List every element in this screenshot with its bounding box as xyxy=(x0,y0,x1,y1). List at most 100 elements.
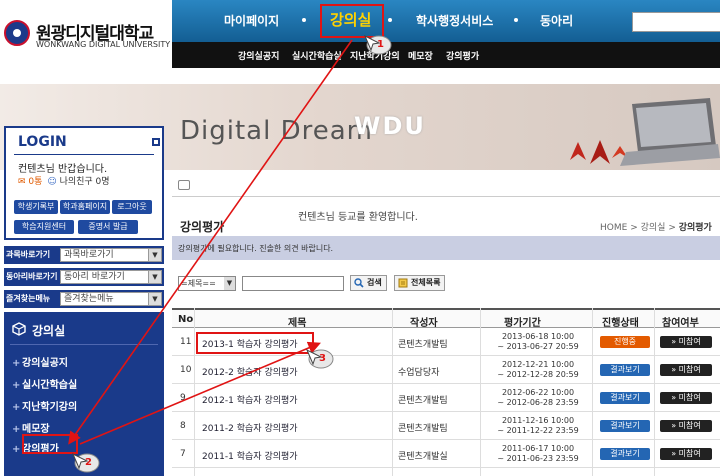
row-status-button[interactable]: 결과보기 xyxy=(600,448,650,460)
breadcrumb-lecture-room[interactable]: 강의실 xyxy=(641,223,666,233)
row-period: 2012-06-22 10:00 ~ 2012-06-28 23:59 xyxy=(490,388,586,408)
breadcrumb-separator: > xyxy=(668,223,679,233)
row-status-button[interactable]: 결과보기 xyxy=(600,364,650,376)
column-divider xyxy=(194,308,195,476)
search-input[interactable] xyxy=(242,276,344,291)
sub-navigation: 강의실공지 실시간학습실 지난학기강의 메모장 강의평가 xyxy=(172,42,720,68)
row-number: 10 xyxy=(180,365,192,375)
row-participation-button[interactable]: » 미참여 xyxy=(660,336,712,348)
row-number: 11 xyxy=(180,337,192,347)
university-logo[interactable]: 원광디지털대학교 WONKWANG DIGITAL UNIVERSITY xyxy=(4,16,170,56)
friends-count[interactable]: 나의친구 0명 xyxy=(60,177,110,187)
learning-support-button[interactable]: 학습지원센터 xyxy=(14,220,74,234)
student-record-button[interactable]: 학생기록부 xyxy=(14,200,58,214)
sidebar-menu-divider xyxy=(10,344,158,345)
course-shortcut-select[interactable]: 과목바로가기 xyxy=(60,248,162,262)
plus-icon: + xyxy=(12,380,21,391)
row-participation-button[interactable]: » 미참여 xyxy=(660,364,712,376)
banner-slogan: Digital Dream xyxy=(180,116,373,146)
highlight-lecture-room xyxy=(320,4,384,38)
breadcrumb: HOME > 강의실 > 강의평가 xyxy=(600,220,712,233)
header-participation: 참여여부 xyxy=(662,318,699,329)
subnav-memo[interactable]: 메모장 xyxy=(408,49,433,62)
row-period-start: 2013-06-18 10:00 xyxy=(501,332,575,341)
row-participation-button[interactable]: » 미참여 xyxy=(660,420,712,432)
club-shortcut-select[interactable]: 동아리 바로가기 xyxy=(60,270,162,284)
login-settings-icon[interactable] xyxy=(152,138,160,146)
nav-separator-dot-icon xyxy=(388,18,392,22)
row-title-link[interactable]: 2012-2 학습자 강의평가 xyxy=(202,365,298,378)
row-author: 콘텐츠개발팀 xyxy=(398,340,448,350)
row-participation-button[interactable]: » 미참여 xyxy=(660,392,712,404)
header-author: 작성자 xyxy=(410,318,438,329)
login-panel: LOGIN 컨텐츠님 반갑습니다. ✉ 0통 ☺ 나의친구 0명 학생기록부 학… xyxy=(4,126,164,240)
sidebar-item-memo[interactable]: + 메모장 xyxy=(12,420,50,435)
column-divider xyxy=(392,308,393,476)
row-period-start: 2011-06-17 10:00 xyxy=(501,444,575,453)
course-shortcut-label: 과목바로가기 xyxy=(6,250,51,259)
department-homepage-button[interactable]: 학과홈페이지 xyxy=(60,200,110,214)
subnav-lecture-notice[interactable]: 강의실공지 xyxy=(238,49,279,62)
top-navigation: 마이페이지 강의실 학사행정서비스 동아리 xyxy=(172,0,720,42)
row-status-button[interactable]: 결과보기 xyxy=(600,392,650,404)
table-row: 7 2011-1 학습자 강의평가 콘텐츠개발실 2011-06-17 10:00 ~ … xyxy=(172,441,720,468)
table-row: 9 2012-1 학습자 강의평가 콘텐츠개발팀 2012-06-22 10:00 ~ … xyxy=(172,385,720,412)
subnav-lecture-evaluation[interactable]: 강의평가 xyxy=(446,49,479,62)
header-title: 제목 xyxy=(288,318,307,329)
view-all-button[interactable]: 전체목록 xyxy=(394,275,446,291)
nav-academic-services[interactable]: 학사행정서비스 xyxy=(416,12,493,29)
row-period-end: ~ 2013-06-27 20:59 xyxy=(497,342,579,351)
favorites-row: 즐겨찾는메뉴 즐겨찾는메뉴 xyxy=(4,290,164,308)
list-icon xyxy=(398,278,408,288)
row-number: 8 xyxy=(180,421,186,431)
message-count[interactable]: 0통 xyxy=(28,177,42,187)
main-content: 컨텐츠님 등교를 환영합니다. 강의평가 HOME > 강의실 > 강의평가 강… xyxy=(172,170,720,476)
nav-club[interactable]: 동아리 xyxy=(540,12,573,29)
favorites-label: 즐겨찾는메뉴 xyxy=(6,294,51,303)
header-no: No xyxy=(178,314,194,325)
nav-search-input[interactable] xyxy=(632,12,720,32)
sidebar-item-label: 지난학기강의 xyxy=(22,402,78,413)
sidebar-item-past-lectures[interactable]: + 지난학기강의 xyxy=(12,398,77,413)
row-participation-button[interactable]: » 미참여 xyxy=(660,448,712,460)
breadcrumb-separator: > xyxy=(630,223,641,233)
row-title-link[interactable]: 2011-1 학습자 강의평가 xyxy=(202,449,298,462)
banner-wdu-logo: WDU xyxy=(354,112,426,140)
row-period-end: ~ 2011-12-22 23:59 xyxy=(497,426,579,435)
club-shortcut-label: 동아리바로가기 xyxy=(6,272,58,281)
row-author: 콘텐츠개발실 xyxy=(398,452,448,462)
table-row: 8 2011-2 학습자 강의평가 콘텐츠개발팀 2011-12-16 10:00 ~ … xyxy=(172,413,720,440)
sidebar-item-live-class[interactable]: + 실시간학습실 xyxy=(12,376,77,391)
search-button[interactable]: 검색 xyxy=(350,275,387,291)
search-button-label: 검색 xyxy=(367,278,382,287)
step-number: 3 xyxy=(319,353,326,364)
sidebar-item-label: 실시간학습실 xyxy=(22,380,78,391)
login-stats: ✉ 0통 ☺ 나의친구 0명 xyxy=(18,174,110,187)
laptop-image-icon xyxy=(620,98,720,166)
sidebar-item-lecture-notice[interactable]: + 강의실공지 xyxy=(12,354,68,369)
row-title-link[interactable]: 2012-1 학습자 강의평가 xyxy=(202,393,298,406)
row-period-start: 2012-12-21 10:00 xyxy=(501,360,575,369)
row-title-link[interactable]: 2011-2 학습자 강의평가 xyxy=(202,421,298,434)
message-icon: ✉ xyxy=(18,177,26,187)
row-period-start: 2011-12-16 10:00 xyxy=(501,416,575,425)
chat-icon[interactable] xyxy=(178,180,190,190)
row-author: 콘텐츠개발팀 xyxy=(398,424,448,434)
subnav-live-class[interactable]: 실시간학습실 xyxy=(292,49,342,62)
header-period: 평가기간 xyxy=(504,318,541,329)
login-title: LOGIN xyxy=(18,134,67,150)
row-status-button[interactable]: 진행중 xyxy=(600,336,650,348)
certificate-button[interactable]: 증명서 발급 xyxy=(78,220,138,234)
favorites-select[interactable]: 즐겨찾는메뉴 xyxy=(60,292,162,306)
row-period-end: ~ 2012-12-28 20:59 xyxy=(497,370,579,379)
university-emblem-icon xyxy=(4,20,30,46)
search-field-select[interactable]: =제목== xyxy=(178,276,236,291)
breadcrumb-home[interactable]: HOME xyxy=(600,223,627,233)
row-status-button[interactable]: 결과보기 xyxy=(600,420,650,432)
row-period: 2011-12-16 10:00 ~ 2011-12-22 23:59 xyxy=(490,416,586,436)
row-number: 7 xyxy=(180,449,186,459)
logout-button[interactable]: 로그아웃 xyxy=(112,200,152,214)
magnifier-icon xyxy=(354,278,364,288)
row-period-end: ~ 2011-06-23 23:59 xyxy=(497,454,579,463)
nav-mypage[interactable]: 마이페이지 xyxy=(224,12,279,29)
